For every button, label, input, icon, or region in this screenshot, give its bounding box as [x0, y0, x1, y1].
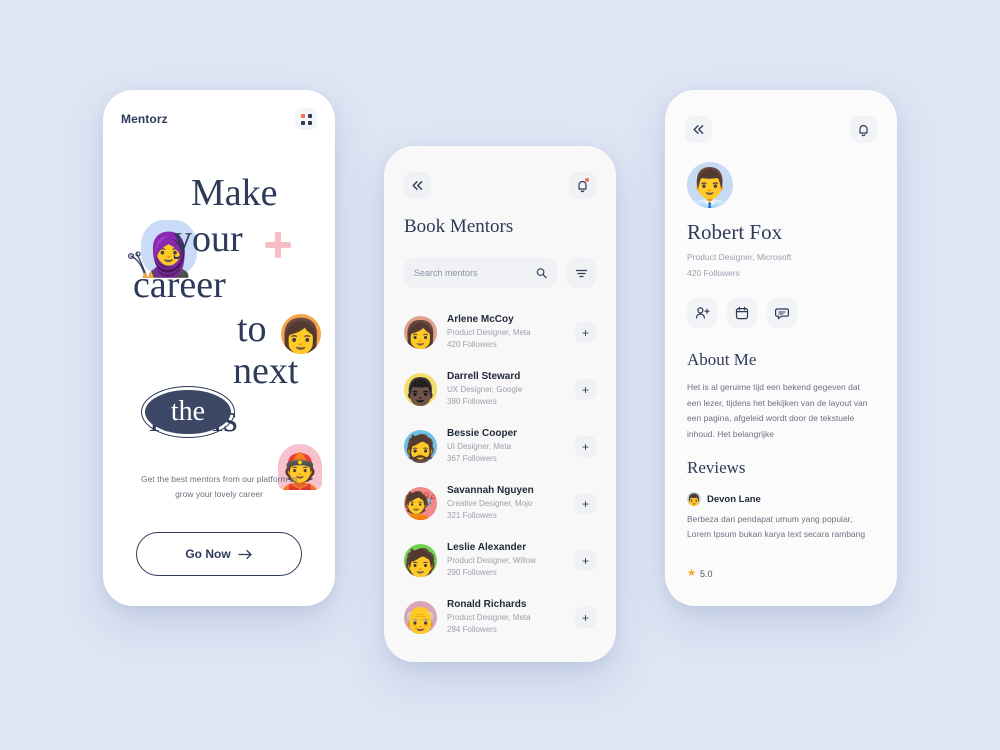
review-author-name: Devon Lane [707, 493, 761, 505]
mentor-row[interactable]: 👩 Arlene McCoy Product Designer, Meta 420 F… [404, 304, 596, 361]
mentor-name: Savannah Nguyen [447, 485, 534, 497]
mentor-role: UX Designer, Google [447, 385, 523, 395]
profile-role: Product Designer, Microsoft [687, 252, 792, 262]
screen-book-mentors: Book Mentors 👩 Arlene McCoy Product Design… [384, 146, 616, 662]
mentor-role: Creative Designer, Mojo [447, 499, 533, 509]
search-row [404, 258, 596, 288]
screen1-topbar: Mentorz [121, 108, 317, 130]
mentor-name: Darrell Steward [447, 371, 521, 383]
mentor-avatar: 👨🏿 [404, 373, 437, 406]
headline-badge-fill: the [145, 390, 231, 434]
mentor-avatar: 👴 [404, 601, 437, 634]
about-heading: About Me [687, 350, 757, 369]
mentor-followers: 284 Followers [447, 625, 497, 634]
mentor-row[interactable]: 💇 Savannah Nguyen Creative Designer, Mojo 3… [404, 475, 596, 532]
mentor-name: Arlene McCoy [447, 314, 514, 326]
add-mentor-button[interactable]: + [575, 379, 596, 400]
mentor-row[interactable]: 👨🏿 Darrell Steward UX Designer, Google 380 … [404, 361, 596, 418]
mentor-avatar: 👩 [404, 316, 437, 349]
mentor-avatar: 🧔 [404, 430, 437, 463]
mentor-followers: 321 Followers [447, 511, 497, 520]
headline-word-your: your [173, 218, 243, 260]
search-icon [536, 268, 547, 279]
mentor-role: UI Designer, Meta [447, 442, 512, 452]
plus-decoration [265, 232, 291, 258]
mentor-followers: 420 Followers [447, 340, 497, 349]
bell-icon[interactable] [569, 172, 596, 199]
review-rating-value: 5.0 [699, 568, 713, 579]
screen3-topbar [685, 116, 877, 143]
message-icon[interactable] [767, 298, 797, 328]
mentor-role: Product Designer, Willow [447, 556, 536, 566]
bell-icon[interactable] [850, 116, 877, 143]
headline-badge-the: the [141, 386, 235, 438]
mentor-info: Darrell Steward UX Designer, Google 380 Fo… [447, 371, 565, 407]
reviews-heading: Reviews [687, 458, 746, 477]
grid-menu-icon[interactable] [295, 108, 317, 130]
mentor-followers: 290 Followers [447, 568, 497, 577]
mentor-list: 👩 Arlene McCoy Product Designer, Meta 420 F… [404, 304, 596, 646]
filter-icon[interactable] [566, 258, 596, 288]
about-text: Het is al geruime tijd een bekend gegeve… [687, 382, 868, 440]
mentor-info: Leslie Alexander Product Designer, Willow… [447, 542, 565, 578]
grid-dots [300, 113, 312, 125]
notification-dot [585, 178, 589, 182]
app-brand-name: Mentorz [121, 112, 168, 126]
review-text: Berbeza dari pendapat umum yang popular,… [687, 514, 866, 540]
page-title: Book Mentors [404, 216, 514, 237]
mentor-name: Ronald Richards [447, 599, 527, 611]
add-mentor-button[interactable]: + [575, 322, 596, 343]
hero-avatar-2: 👩 [281, 314, 321, 354]
screen-onboarding: Mentorz 🧕 👩 👲 Make your career to next t… [103, 90, 335, 606]
double-chevron-left-icon[interactable] [685, 116, 712, 143]
mentor-role: Product Designer, Meta [447, 613, 531, 623]
add-mentor-button[interactable]: + [575, 607, 596, 628]
calendar-icon[interactable] [727, 298, 757, 328]
double-chevron-left-icon[interactable] [404, 172, 431, 199]
profile-avatar: 👨‍💼 [687, 162, 733, 208]
star-icon: ★ [687, 568, 696, 579]
mentor-info: Arlene McCoy Product Designer, Meta 420 Fo… [447, 314, 565, 350]
add-mentor-button[interactable]: + [575, 436, 596, 457]
profile-followers: 420 Followers [687, 268, 740, 278]
review-rating: ★ 5.0 [687, 568, 712, 579]
mentor-row[interactable]: 🧑 Leslie Alexander Product Designer, Willo… [404, 532, 596, 589]
mentor-name: Bessie Cooper [447, 428, 518, 440]
add-mentor-button[interactable]: + [575, 493, 596, 514]
mentor-row[interactable]: 🧔 Bessie Cooper UI Designer, Meta 367 Follo… [404, 418, 596, 475]
mentor-info: Ronald Richards Product Designer, Meta 284… [447, 599, 565, 635]
mentor-followers: 367 Followers [447, 454, 497, 463]
headline-word-career: career [133, 264, 226, 306]
hero-headline: 🧕 👩 👲 Make your career to next the [113, 152, 325, 490]
mentor-info: Bessie Cooper UI Designer, Meta 367 Follow… [447, 428, 565, 464]
headline-word-next: next [233, 350, 299, 392]
mentor-avatar: 🧑 [404, 544, 437, 577]
screen2-topbar [404, 172, 596, 199]
headline-word-make: Make [191, 172, 278, 214]
mentor-name: Leslie Alexander [447, 542, 527, 554]
go-now-label: Go Now [185, 547, 231, 561]
headline-word-to: to [237, 308, 267, 350]
search-input[interactable] [414, 268, 536, 278]
onboarding-subtitle: Get the best mentors from our platform t… [141, 474, 297, 499]
arrow-right-icon [238, 549, 252, 559]
mentor-row[interactable]: 👴 Ronald Richards Product Designer, Meta 28… [404, 589, 596, 646]
mentor-info: Savannah Nguyen Creative Designer, Mojo 32… [447, 485, 565, 521]
profile-actions [687, 298, 797, 328]
add-mentor-button[interactable]: + [575, 550, 596, 571]
search-box[interactable] [404, 258, 557, 288]
mentor-role: Product Designer, Meta [447, 328, 531, 338]
mentor-followers: 380 Followers [447, 397, 497, 406]
review-author-row: 👨 Devon Lane [687, 492, 761, 506]
review-avatar: 👨 [687, 492, 701, 506]
hero-avatar-2-emoji: 👩 [281, 318, 321, 354]
profile-name: Robert Fox [687, 220, 783, 244]
screen-mentor-profile: 👨‍💼 Robert Fox Product Designer, Microso… [665, 90, 897, 606]
design-canvas: Mentorz 🧕 👩 👲 Make your career to next t… [0, 0, 1000, 750]
add-person-icon[interactable] [687, 298, 717, 328]
mentor-avatar: 💇 [404, 487, 437, 520]
headline-badge-label: the [170, 396, 206, 427]
go-now-button[interactable]: Go Now [136, 532, 302, 576]
